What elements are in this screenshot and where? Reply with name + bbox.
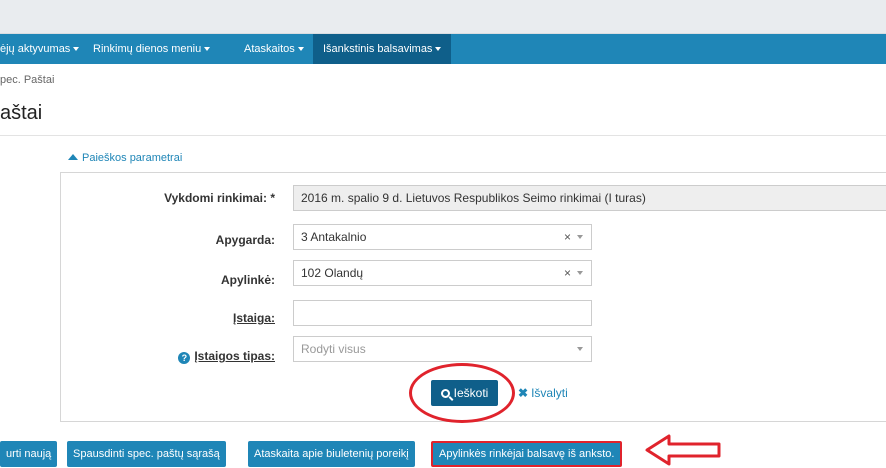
elections-label-text: Vykdomi rinkimai: * — [164, 191, 275, 205]
ward-label: Apylinkė: — [148, 273, 275, 287]
ward-early-voters-button[interactable]: Apylinkės rinkėjai balsavę iš anksto. — [431, 441, 623, 467]
institution-type-label: ? Įstaigos tipas: — [148, 349, 275, 364]
clear-link-label: Išvalyti — [531, 386, 568, 400]
nav-item-election-day-menu[interactable]: Rinkimų dienos meniu — [93, 34, 211, 64]
triangle-up-icon — [68, 154, 78, 160]
clear-icon[interactable]: × — [564, 261, 571, 285]
elections-field: 2016 m. spalio 9 d. Lietuvos Respublikos… — [293, 185, 886, 211]
annotation-circle — [409, 363, 515, 423]
nav-item-reports[interactable]: Ataskaitos — [244, 34, 304, 64]
district-select[interactable]: 3 Antakalnio × — [293, 224, 592, 250]
caret-down-icon — [204, 47, 211, 52]
nav-item-label: Ataskaitos — [244, 43, 295, 55]
create-new-button[interactable]: urti naują — [0, 441, 58, 467]
nav-item-label: Rinkimų dienos meniu — [93, 43, 202, 55]
question-circle-icon[interactable]: ? — [178, 352, 191, 364]
create-new-label: urti naują — [6, 448, 52, 460]
chevron-down-icon — [577, 347, 583, 351]
ward-select[interactable]: 102 Olandų × — [293, 260, 592, 286]
search-params-toggle[interactable]: Paieškos parametrai — [68, 152, 182, 164]
print-list-button[interactable]: Spausdinti spec. paštų sąrašą — [67, 441, 226, 467]
nav-item-activity[interactable]: ėjų aktyvumas — [0, 34, 80, 64]
ballot-report-label: Ataskaita apie biuletenių poreikį — [254, 448, 409, 460]
institution-type-label-text: Įstaigos tipas: — [194, 349, 275, 363]
institution-type-placeholder: Rodyti visus — [301, 342, 366, 356]
district-value: 3 Antakalnio — [301, 230, 367, 244]
clear-icon[interactable]: × — [564, 225, 571, 249]
search-params-toggle-label: Paieškos parametrai — [82, 152, 183, 164]
institution-type-select[interactable]: Rodyti visus — [293, 336, 592, 362]
page-title: aštai — [0, 102, 43, 124]
ward-value: 102 Olandų — [301, 266, 364, 280]
main-navbar: ėjų aktyvumas Rinkimų dienos meniu Atask… — [0, 34, 886, 64]
title-divider — [0, 135, 886, 136]
nav-item-label: Išankstinis balsavimas — [323, 43, 433, 55]
caret-down-icon — [297, 47, 304, 52]
nav-item-label: ėjų aktyvumas — [0, 43, 71, 55]
annotation-arrow-icon — [645, 434, 721, 466]
browser-top-strip — [0, 0, 886, 34]
institution-input[interactable] — [293, 300, 592, 326]
caret-down-icon — [73, 47, 80, 52]
caret-down-icon — [435, 47, 442, 52]
clear-link[interactable]: ✖ Išvalyti — [518, 386, 568, 400]
ward-label-text: Apylinkė: — [220, 273, 275, 287]
x-icon: ✖ — [518, 386, 529, 400]
ballot-report-button[interactable]: Ataskaita apie biuletenių poreikį — [248, 441, 415, 467]
institution-label-text: Įstaiga: — [232, 311, 275, 325]
district-label: Apygarda: — [148, 233, 275, 247]
elections-label: Vykdomi rinkimai: * — [148, 191, 275, 205]
chevron-down-icon — [577, 235, 583, 239]
breadcrumb: pec. Paštai — [0, 74, 55, 86]
chevron-down-icon — [577, 271, 583, 275]
print-list-label: Spausdinti spec. paštų sąrašą — [73, 448, 220, 460]
nav-item-early-voting[interactable]: Išankstinis balsavimas — [313, 34, 452, 64]
institution-label: Įstaiga: — [148, 311, 275, 325]
district-label-text: Apygarda: — [215, 233, 275, 247]
ward-early-voters-label: Apylinkės rinkėjai balsavę iš anksto. — [439, 448, 615, 460]
elections-value: 2016 m. spalio 9 d. Lietuvos Respublikos… — [301, 191, 646, 205]
